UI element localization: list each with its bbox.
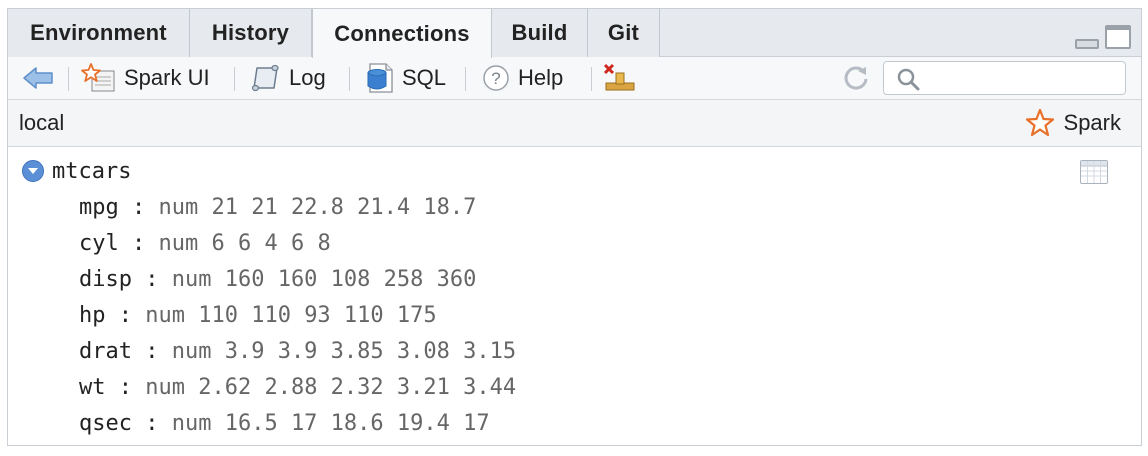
table-name: mtcars bbox=[52, 158, 132, 184]
search-field[interactable] bbox=[883, 61, 1126, 95]
field-name: cyl bbox=[79, 231, 119, 256]
tab-connections[interactable]: Connections bbox=[312, 9, 492, 58]
toolbar-separator bbox=[234, 67, 235, 91]
field-separator: : bbox=[118, 231, 159, 256]
table-row[interactable]: mtcars bbox=[22, 158, 131, 184]
maximize-icon[interactable] bbox=[1105, 25, 1131, 49]
list-item: mpg : num 21 21 22.8 21.4 18.7 bbox=[79, 195, 476, 221]
spark-star-icon bbox=[1025, 108, 1054, 137]
field-separator: : bbox=[105, 303, 146, 328]
field-separator: : bbox=[131, 339, 172, 364]
refresh-button[interactable] bbox=[841, 57, 871, 99]
field-name: disp bbox=[79, 267, 132, 292]
window-controls bbox=[1075, 25, 1131, 49]
field-name: qsec bbox=[79, 411, 132, 436]
field-type: num 21 21 22.8 21.4 18.7 bbox=[158, 195, 477, 220]
sql-label: SQL bbox=[402, 65, 447, 90]
connection-type: Spark bbox=[1024, 100, 1121, 146]
connections-pane: Environment History Connections Build Gi… bbox=[7, 8, 1142, 446]
field-type: num 3.9 3.9 3.85 3.08 3.15 bbox=[171, 339, 517, 364]
field-name: drat bbox=[79, 339, 132, 364]
list-item: hp : num 110 110 93 110 175 bbox=[79, 303, 437, 329]
back-arrow-icon bbox=[23, 67, 53, 89]
list-item: qsec : num 16.5 17 18.6 19.4 17 bbox=[79, 411, 490, 437]
spark-ui-label: Spark UI bbox=[124, 65, 210, 90]
spark-ui-icon bbox=[81, 63, 115, 92]
field-name: wt bbox=[79, 375, 106, 400]
field-separator: : bbox=[131, 411, 172, 436]
list-item: cyl : num 6 6 4 6 8 bbox=[79, 231, 331, 257]
list-item: drat : num 3.9 3.9 3.85 3.08 3.15 bbox=[79, 339, 516, 365]
tab-environment[interactable]: Environment bbox=[8, 9, 190, 57]
refresh-icon bbox=[844, 66, 868, 90]
field-separator: : bbox=[131, 267, 172, 292]
field-name: mpg bbox=[79, 195, 119, 220]
field-separator: : bbox=[105, 375, 146, 400]
help-label: Help bbox=[518, 65, 564, 90]
disconnect-icon bbox=[603, 63, 635, 91]
log-button[interactable]: Log bbox=[251, 57, 326, 99]
field-type: num 2.62 2.88 2.32 3.21 3.44 bbox=[145, 375, 517, 400]
help-icon: ? bbox=[483, 65, 509, 91]
list-item: disp : num 160 160 108 258 360 bbox=[79, 267, 476, 293]
minimize-icon[interactable] bbox=[1075, 39, 1099, 49]
connection-type-label: Spark bbox=[1063, 110, 1121, 135]
field-type: num 16.5 17 18.6 19.4 17 bbox=[171, 411, 490, 436]
help-button[interactable]: ? Help bbox=[482, 57, 563, 99]
sql-button[interactable]: SQL bbox=[364, 57, 446, 99]
svg-text:?: ? bbox=[491, 69, 500, 88]
log-scroll-icon bbox=[251, 64, 279, 92]
toolbar-separator bbox=[349, 67, 350, 91]
toolbar: Spark UI Log SQL ? Help bbox=[8, 57, 1141, 100]
expand-collapse-icon[interactable] bbox=[22, 160, 44, 182]
back-button[interactable] bbox=[22, 57, 54, 99]
table-preview-icon[interactable] bbox=[1080, 160, 1108, 184]
field-separator: : bbox=[118, 195, 159, 220]
search-input[interactable] bbox=[926, 64, 1116, 92]
connection-name: local bbox=[19, 110, 65, 135]
tab-bar: Environment History Connections Build Gi… bbox=[8, 9, 1141, 58]
field-type: num 6 6 4 6 8 bbox=[158, 231, 331, 256]
search-icon bbox=[897, 68, 920, 91]
tab-history[interactable]: History bbox=[190, 9, 312, 57]
tab-build[interactable]: Build bbox=[492, 9, 588, 57]
object-tree: mtcars mpg : num 21 21 22.8 21.4 18.7 cy… bbox=[8, 148, 1141, 445]
toolbar-separator bbox=[591, 67, 592, 91]
spark-ui-button[interactable]: Spark UI bbox=[80, 57, 210, 99]
toolbar-separator bbox=[68, 67, 69, 91]
field-name: hp bbox=[79, 303, 106, 328]
sql-file-icon bbox=[367, 63, 393, 93]
toolbar-separator bbox=[465, 67, 466, 91]
connection-header: local Spark bbox=[8, 100, 1141, 147]
field-type: num 160 160 108 258 360 bbox=[171, 267, 477, 292]
list-item: wt : num 2.62 2.88 2.32 3.21 3.44 bbox=[79, 375, 516, 401]
disconnect-button[interactable] bbox=[603, 57, 637, 99]
field-type: num 110 110 93 110 175 bbox=[145, 303, 437, 328]
log-label: Log bbox=[289, 65, 326, 90]
tab-git[interactable]: Git bbox=[588, 9, 660, 57]
